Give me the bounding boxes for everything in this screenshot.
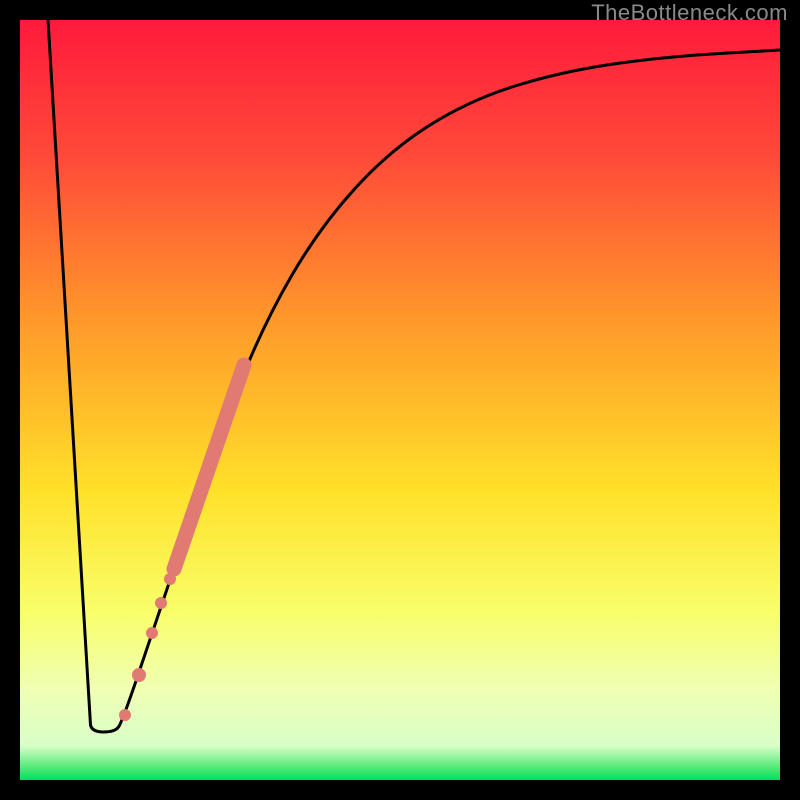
marker-dot <box>146 627 158 639</box>
plot-area <box>20 20 780 780</box>
marker-dot <box>155 597 167 609</box>
gradient-background <box>20 20 780 780</box>
marker-dot <box>132 668 146 682</box>
chart-frame: TheBottleneck.com <box>0 0 800 800</box>
chart-svg <box>20 20 780 780</box>
marker-dot <box>119 709 131 721</box>
watermark-text: TheBottleneck.com <box>591 0 788 26</box>
